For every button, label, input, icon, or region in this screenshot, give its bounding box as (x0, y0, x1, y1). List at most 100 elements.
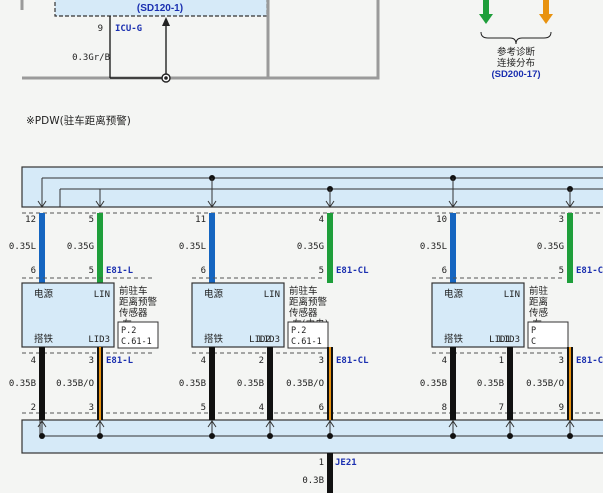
power-label: 电源 (34, 288, 54, 300)
sensor-name-line: 传感 (529, 307, 549, 319)
section-title: ※PDW(驻车距离预警) (26, 114, 131, 127)
icu-wire-label: 0.3Gr/B (72, 53, 110, 63)
bus-junction (39, 433, 45, 439)
ground-wire-label: 0.3B (302, 476, 324, 486)
wire-label: 0.35G (537, 242, 564, 252)
bus-junction (450, 433, 456, 439)
sensor-name-line: 传感器 (119, 307, 148, 319)
bottom-pin-number: 7 (499, 403, 504, 413)
connector-label: E81-CL (336, 266, 369, 276)
lower-pin-number: 4 (31, 356, 36, 366)
bottom-pin-number: 3 (89, 403, 94, 413)
page-ref-line: P (531, 326, 536, 336)
mid-pin-number: 5 (89, 266, 94, 276)
connector-label: E81-CL (336, 356, 369, 366)
wire-label: 0.35B (9, 379, 36, 389)
mid-pin-number: 6 (201, 266, 206, 276)
ground-pin: 1 (319, 458, 324, 468)
wire-label: 0.35L (179, 242, 206, 252)
mid-pin-number: 5 (319, 266, 324, 276)
wire-label: 0.35B/O (56, 379, 94, 389)
wire-label: 0.35B/O (286, 379, 324, 389)
ref-text-1: 参考诊断 (497, 46, 536, 58)
bottom-pin-number: 4 (259, 403, 264, 413)
upper-pin-number: 4 (319, 215, 324, 225)
bottom-pin-number: 8 (442, 403, 447, 413)
bottom-pin-number: 6 (319, 403, 324, 413)
upper-pin-number: 10 (436, 215, 447, 225)
sd-ref-left: (SD120-1) (137, 3, 183, 14)
lid-label: LID3 (258, 335, 280, 345)
upper-pin-number: 11 (195, 215, 206, 225)
page-ref-line: P.2 (291, 326, 306, 336)
sensor-name-line: 距离 (529, 296, 548, 308)
sensor-name-line: 前驻车 (289, 285, 318, 297)
connector-label: E81-L (106, 356, 134, 366)
bus-junction (567, 433, 573, 439)
top-right-reference: 参考诊断 连接分布 (SD200-17) (479, 0, 553, 80)
lower-pin-number: 4 (201, 356, 206, 366)
sensor-name-line: 距离预警 (289, 296, 328, 308)
bottom-pin-number: 5 (201, 403, 206, 413)
sensor-name-line: 前驻车 (119, 285, 148, 297)
ground-connector: JE21 (335, 458, 357, 468)
lid-label: LID3 (498, 335, 520, 345)
page-ref-line: C (531, 337, 536, 347)
ref-text-2: 连接分布 (497, 57, 535, 69)
mid-pin-number: 6 (31, 266, 36, 276)
bottom-pin-number: 9 (559, 403, 564, 413)
lower-pin-number: 3 (89, 356, 94, 366)
wire-label: 0.35B (477, 379, 504, 389)
mid-pin-number: 5 (559, 266, 564, 276)
sensor-name-line: 传感器 (289, 307, 318, 319)
upper-pin-number: 5 (89, 215, 94, 225)
bus-junction (97, 433, 103, 439)
bus-junction (507, 433, 513, 439)
bottom-pin-number: 2 (31, 403, 36, 413)
page-ref-line: C.61-1 (121, 337, 152, 347)
lin-label: LIN (264, 290, 280, 300)
ground-output: 1 JE21 0.3B (302, 453, 357, 493)
page-ref-line: C.61-1 (291, 337, 322, 347)
connector-label: E81-C (576, 356, 603, 366)
wire-label: 0.35G (297, 242, 324, 252)
sensor-name-line: 距离预警 (119, 296, 158, 308)
wire-label: 0.35L (420, 242, 447, 252)
lower-pin-number: 3 (319, 356, 324, 366)
mid-pin-number: 6 (442, 266, 447, 276)
lower-pin-number: 2 (259, 356, 264, 366)
ground-label: 搭铁 (34, 333, 54, 345)
wire-label: 0.35B (237, 379, 264, 389)
lower-pin-number: 1 (499, 356, 504, 366)
ground-label: 搭铁 (204, 333, 224, 345)
ref-code: (SD200-17) (491, 69, 540, 80)
bus-junction (267, 433, 273, 439)
page-ref-line: P.2 (121, 326, 136, 336)
lower-pin-number: 3 (559, 356, 564, 366)
lid-label: LID3 (88, 335, 110, 345)
bus-junction (209, 433, 215, 439)
wire-label: 0.35B (179, 379, 206, 389)
upper-pin-number: 12 (25, 215, 36, 225)
lower-pin-number: 4 (442, 356, 447, 366)
top-left-module: (SD120-1) 9 ICU-G 0.3Gr/B (20, 0, 380, 83)
power-label: 电源 (444, 288, 464, 300)
wire-label: 0.35L (9, 242, 36, 252)
lin-label: LIN (504, 290, 520, 300)
icu-pin-name: ICU-G (115, 24, 142, 34)
power-label: 电源 (204, 288, 224, 300)
bus-junction (327, 433, 333, 439)
icu-pin-number: 9 (98, 24, 103, 34)
connector-label: E81-C (576, 266, 603, 276)
ground-label: 搭铁 (444, 333, 464, 345)
upper-pin-number: 3 (559, 215, 564, 225)
wire-label: 0.35B/O (526, 379, 564, 389)
connector-label: E81-L (106, 266, 134, 276)
wire-label: 0.35G (67, 242, 94, 252)
lin-label: LIN (94, 290, 110, 300)
wire-label: 0.35B (420, 379, 447, 389)
wiring-diagram: (SD120-1) 9 ICU-G 0.3Gr/B 参考诊断 连接分布 (SD2… (9, 0, 603, 493)
arrow-head (162, 17, 170, 26)
reference-brace (480, 31, 552, 45)
sensor-name-line: 前驻 (529, 285, 549, 297)
